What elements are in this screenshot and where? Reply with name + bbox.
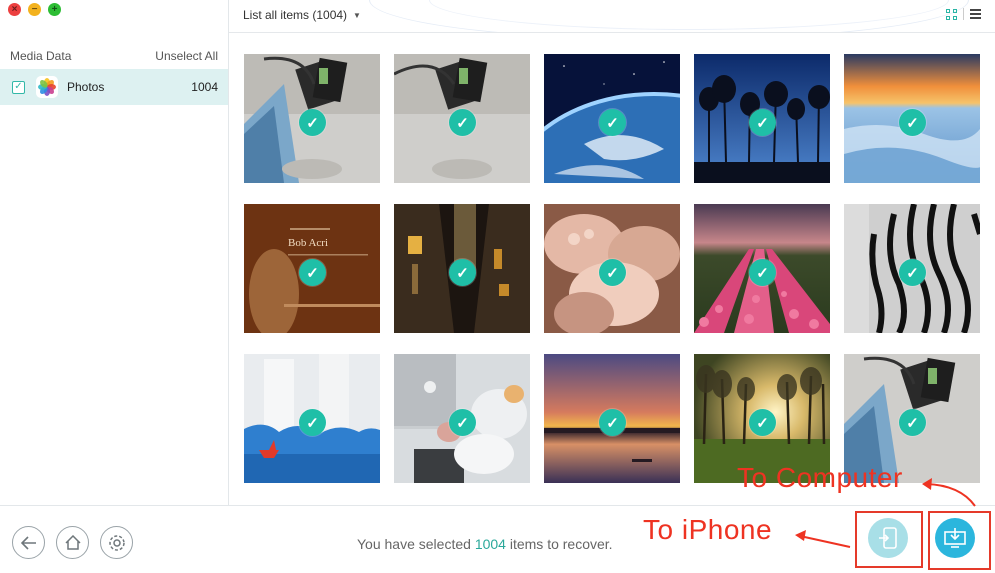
arrow-to-computer-head — [922, 478, 932, 490]
arrow-to-iphone-head — [795, 530, 806, 541]
app-window: × − + Media Data Unselect All ✓ Photos 1… — [0, 0, 995, 573]
annotation-arrows — [795, 478, 976, 548]
arrow-to-iphone — [799, 535, 851, 548]
arrow-to-computer — [925, 483, 976, 507]
